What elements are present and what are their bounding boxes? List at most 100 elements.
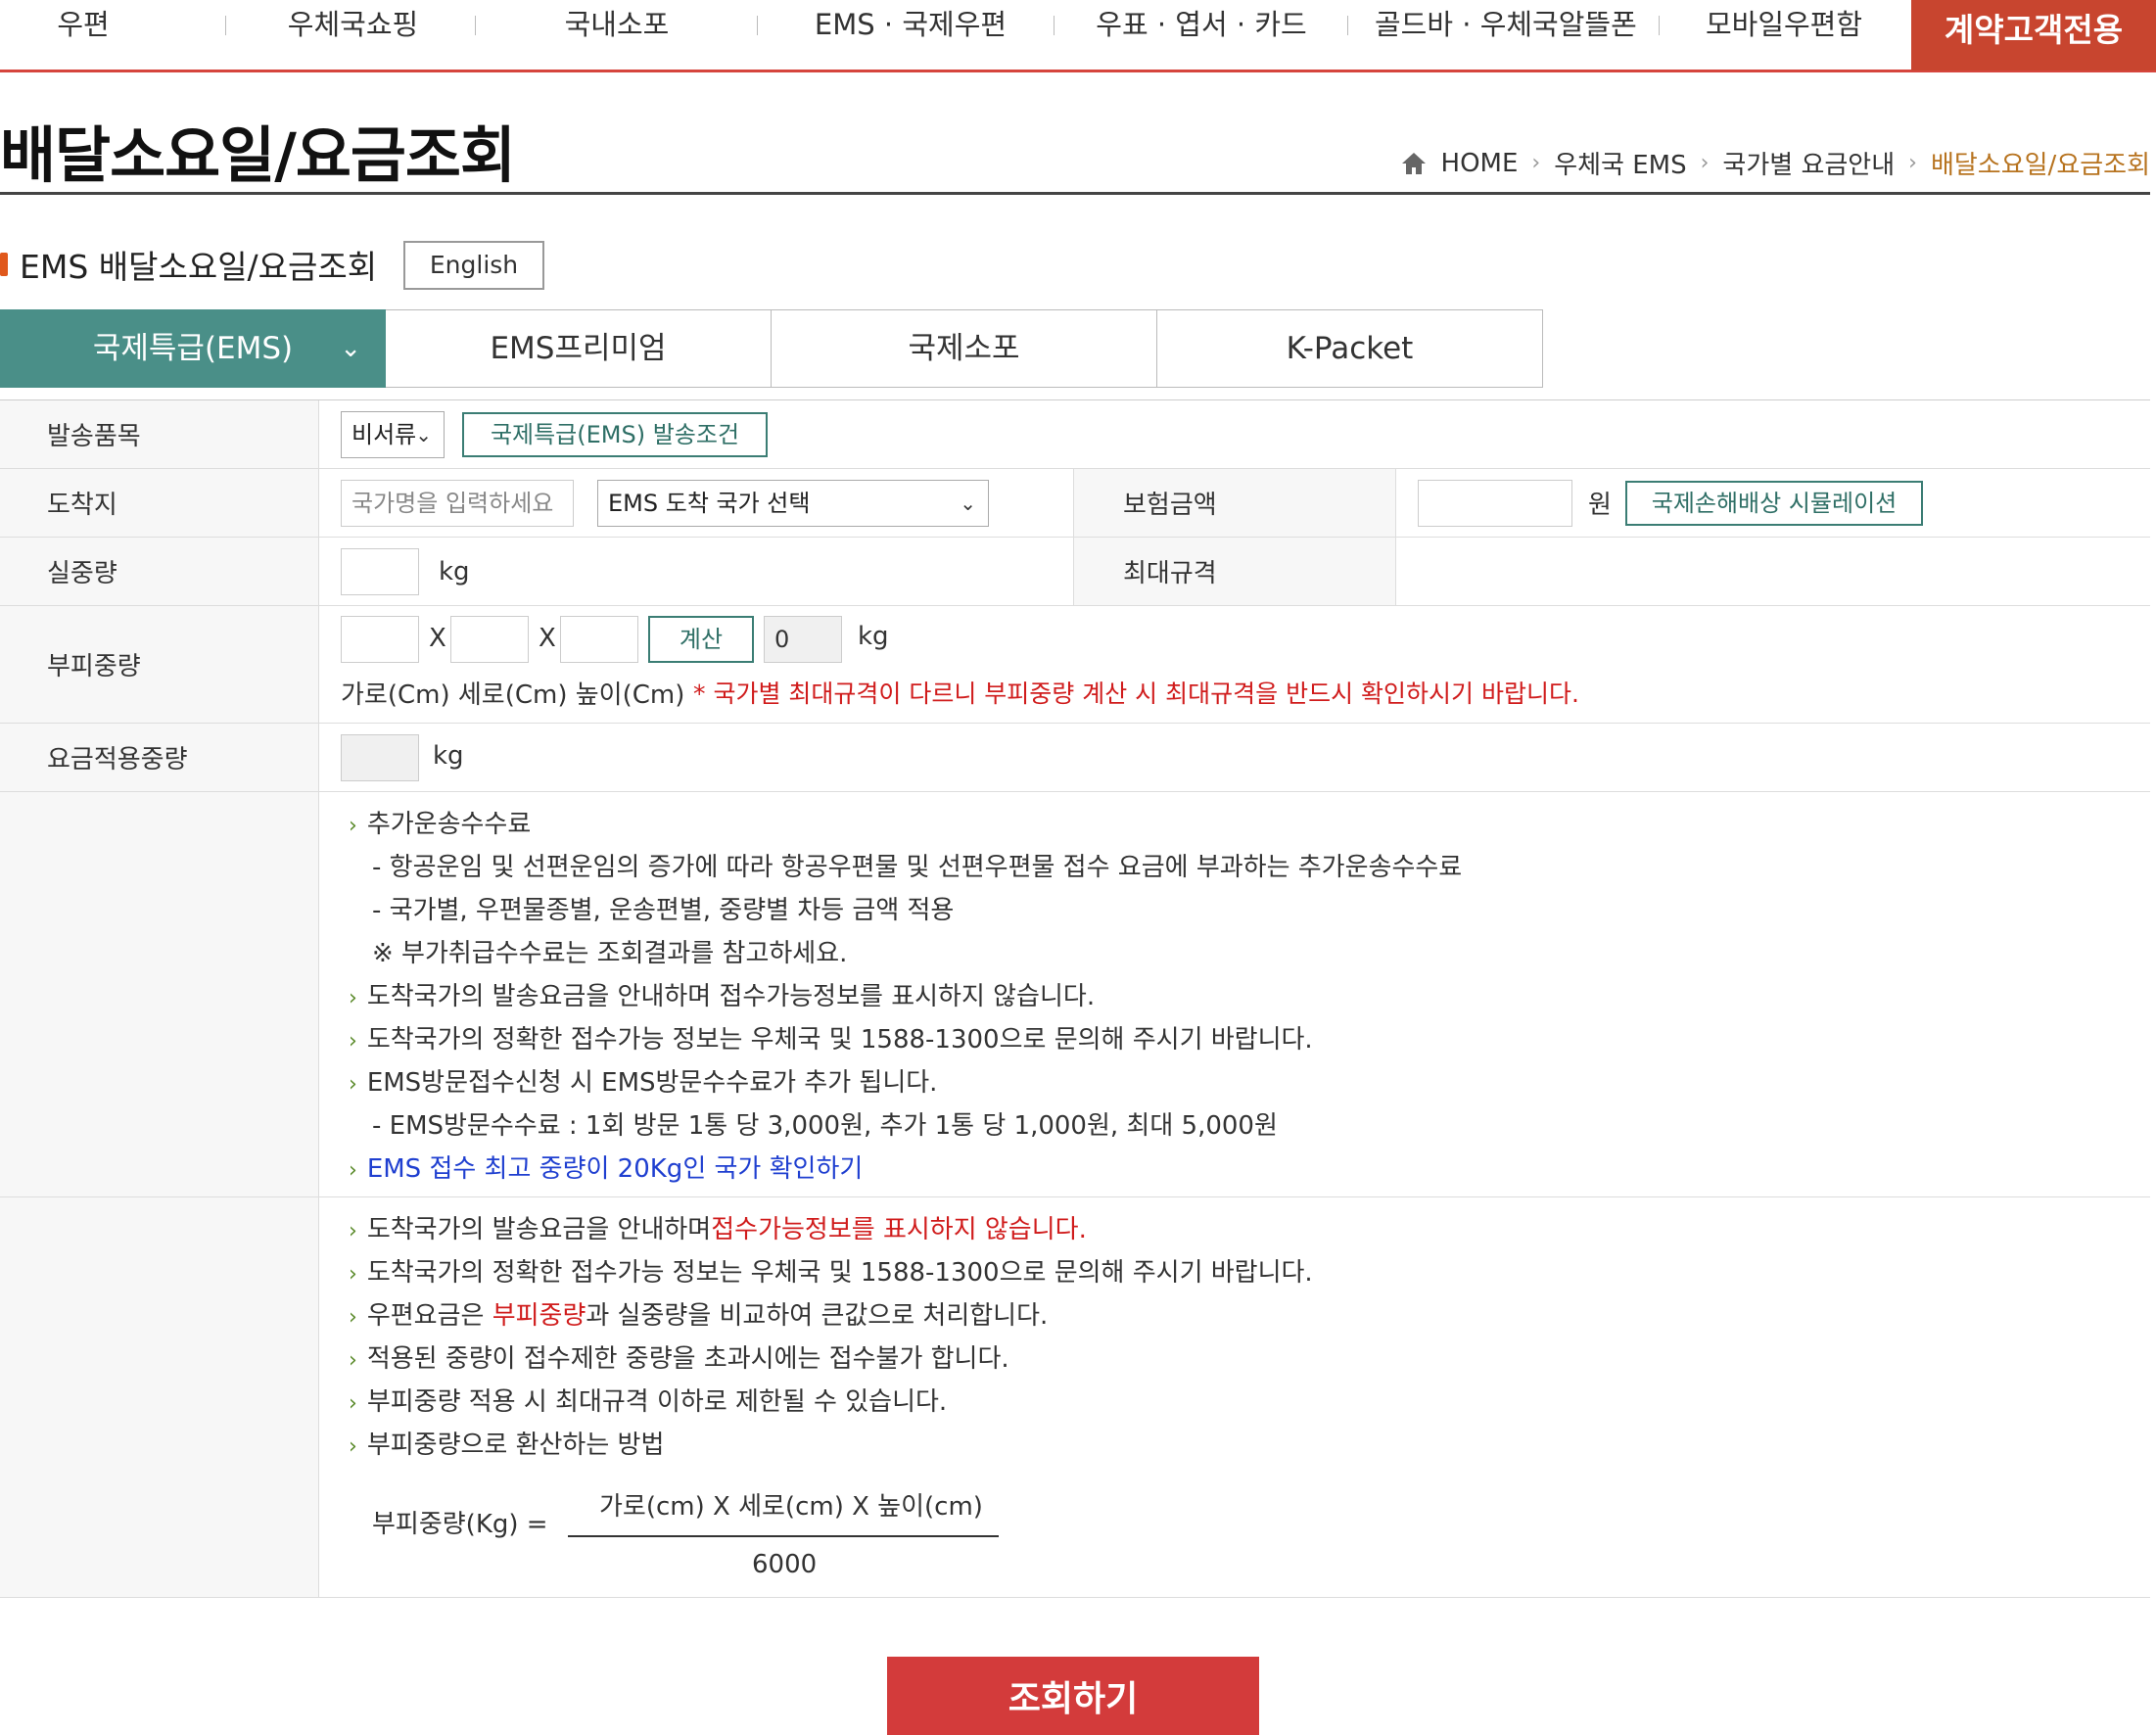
- calculate-button[interactable]: 계산: [648, 616, 754, 663]
- volume-label: 부피중량: [0, 606, 319, 723]
- nav-item-ems[interactable]: EMS · 국제우편: [803, 0, 1018, 49]
- tab-ems-label: 국제특급(EMS): [92, 331, 294, 366]
- weight-unit: kg: [439, 557, 470, 586]
- insurance-label: 보험금액: [1073, 469, 1396, 537]
- tab-intl-parcel[interactable]: 국제소포: [772, 309, 1157, 388]
- chevron-right-icon: ›: [349, 1219, 357, 1243]
- nav-separator: [757, 16, 758, 35]
- tab-k-packet[interactable]: K-Packet: [1157, 309, 1543, 388]
- max-20kg-countries-link[interactable]: EMS 접수 최고 중량이 20Kg인 국가 확인하기: [367, 1154, 863, 1184]
- insurance-unit: 원: [1588, 491, 1612, 520]
- row-item-type: 발송품목 비서류 ⌄ 국제특급(EMS) 발송조건: [0, 400, 2150, 469]
- row-notes-1: › 추가운송수수료 - 항공운임 및 선편운임의 증가에 따라 항공우편물 및 선…: [0, 792, 2150, 1197]
- search-submit-button[interactable]: 조회하기: [887, 1657, 1259, 1735]
- dims-warning: * 국가별 최대규격이 다르니 부피중량 계산 시 최대규격을 반드시 확인하시…: [693, 680, 1579, 708]
- chevron-right-icon: ›: [349, 1072, 357, 1097]
- note2-contact: 도착국가의 정확한 접수가능 정보는 우체국 및 1588-1300으로 문의해…: [366, 1258, 1313, 1288]
- damage-simulation-button[interactable]: 국제손해배상 시뮬레이션: [1625, 481, 1923, 526]
- dim-separator: X: [539, 624, 556, 653]
- volume-unit: kg: [858, 622, 889, 651]
- breadcrumb-rates[interactable]: 국가별 요금안내: [1722, 145, 1895, 181]
- formula-left: 부피중량(Kg) =: [372, 1510, 548, 1539]
- title-divider: [0, 192, 2150, 195]
- note-rate-info: 도착국가의 발송요금을 안내하며 접수가능정보를 표시하지 않습니다.: [366, 982, 1096, 1011]
- charge-weight-label: 요금적용중량: [0, 724, 319, 791]
- note-visit-fee: - EMS방문수수료 : 1회 방문 1통 당 3,000원, 추가 1통 당 …: [372, 1111, 1278, 1141]
- chevron-right-icon: ›: [349, 814, 357, 838]
- home-icon: [1401, 152, 1426, 174]
- section-heading: EMS 배달소요일/요금조회: [0, 241, 377, 288]
- dim-separator: X: [429, 624, 446, 653]
- chevron-down-icon: ⌄: [415, 423, 432, 446]
- height-input[interactable]: [560, 616, 638, 663]
- note2-compare-emphasis: 부피중량: [492, 1301, 586, 1331]
- section-bullet-icon: [0, 253, 8, 276]
- note2-compare-a: 우편요금은: [366, 1301, 492, 1331]
- row-volume: 부피중량 X X 계산 0 kg 가로(Cm) 세로(Cm) 높이(Cm) * …: [0, 606, 2150, 724]
- row-weight: 실중량 kg 최대규격: [0, 538, 2150, 606]
- country-select[interactable]: EMS 도착 국가 선택 ⌄: [597, 480, 989, 527]
- chevron-right-icon: ›: [1531, 151, 1541, 175]
- country-select-value: EMS 도착 국가 선택: [608, 490, 811, 517]
- nav-item-domestic-parcel[interactable]: 국내소포: [548, 0, 685, 49]
- chevron-right-icon: ›: [349, 1305, 357, 1330]
- note-extra-fee: 추가운송수수료: [366, 810, 532, 839]
- row-charge-weight: 요금적용중량 kg: [0, 724, 2150, 792]
- chevron-right-icon: ›: [1700, 151, 1710, 175]
- note2-rate-info: 도착국가의 발송요금을 안내하며: [366, 1215, 712, 1244]
- nav-separator: [475, 16, 476, 35]
- note2-limit: 적용된 중량이 접수제한 중량을 초과시에는 접수불가 합니다.: [366, 1344, 1009, 1374]
- width-input[interactable]: [341, 616, 419, 663]
- formula-numerator: 가로(cm) X 세로(cm) X 높이(cm): [599, 1492, 983, 1522]
- nav-item-stamps[interactable]: 우표 · 엽서 · 카드: [1089, 0, 1314, 49]
- destination-label: 도착지: [0, 469, 319, 537]
- note-extra-fee-desc: - 항공운임 및 선편운임의 증가에 따라 항공우편물 및 선편우편물 접수 요…: [372, 853, 1463, 882]
- note2-rate-info-emphasis: 접수가능정보를 표시하지 않습니다.: [711, 1215, 1087, 1244]
- note2-max-size: 부피중량 적용 시 최대규격 이하로 제한될 수 있습니다.: [366, 1387, 948, 1417]
- tab-ems[interactable]: 국제특급(EMS) ⌄: [0, 309, 386, 388]
- item-type-label: 발송품목: [0, 400, 319, 468]
- tab-ems-premium[interactable]: EMS프리미엄: [386, 309, 772, 388]
- english-button[interactable]: English: [403, 241, 544, 290]
- top-nav: 우편 우체국쇼핑 국내소포 EMS · 국제우편 우표 · 엽서 · 카드 골드…: [0, 0, 2156, 72]
- item-type-select[interactable]: 비서류 ⌄: [341, 411, 445, 458]
- note-additional-fee: ※ 부가취급수수료는 조회결과를 참고하세요.: [372, 939, 848, 968]
- country-search-input[interactable]: 국가명을 입력하세요: [341, 480, 574, 527]
- note-visit-pickup: EMS방문접수신청 시 EMS방문수수료가 추가 됩니다.: [366, 1068, 938, 1098]
- chevron-right-icon: ›: [349, 1348, 357, 1373]
- chevron-right-icon: ›: [349, 986, 357, 1010]
- breadcrumb-home[interactable]: HOME: [1441, 149, 1519, 178]
- nav-item-post[interactable]: 우편: [39, 0, 127, 49]
- notes-2-label-cell: [0, 1197, 319, 1597]
- chevron-right-icon: ›: [349, 1029, 357, 1054]
- breadcrumb: HOME › 우체국 EMS › 국가별 요금안내 › 배달소요일/요금조회: [1400, 145, 2150, 181]
- weight-label: 실중량: [0, 538, 319, 605]
- note2-compare-c: 과 실중량을 비교하여 큰값으로 처리합니다.: [586, 1301, 1049, 1331]
- max-size-label: 최대규격: [1073, 538, 1396, 605]
- nav-contract-customer[interactable]: 계약고객전용: [1911, 0, 2156, 70]
- insurance-amount-input[interactable]: [1418, 480, 1572, 527]
- row-notes-2: › 도착국가의 발송요금을 안내하며접수가능정보를 표시하지 않습니다. › 도착국…: [0, 1197, 2150, 1598]
- chevron-down-icon: ⌄: [960, 492, 976, 515]
- nav-item-mobile-mailbox[interactable]: 모바일우편함: [1696, 0, 1872, 49]
- breadcrumb-ems[interactable]: 우체국 EMS: [1554, 145, 1686, 181]
- page-title: 배달소요일/요금조회: [0, 119, 516, 191]
- note2-formula-title: 부피중량으로 환산하는 방법: [366, 1430, 665, 1460]
- nav-separator: [1347, 16, 1348, 35]
- charge-weight-unit: kg: [433, 741, 464, 771]
- item-type-value: 비서류: [352, 421, 417, 448]
- depth-input[interactable]: [450, 616, 529, 663]
- chevron-right-icon: ›: [349, 1262, 357, 1287]
- chevron-right-icon: ›: [1908, 151, 1917, 175]
- formula-fraction-line: [568, 1535, 999, 1537]
- nav-item-goldbar[interactable]: 골드바 · 우체국알뜰폰: [1375, 0, 1637, 49]
- nav-item-shopping[interactable]: 우체국쇼핑: [272, 0, 434, 49]
- note-contact: 도착국가의 정확한 접수가능 정보는 우체국 및 1588-1300으로 문의해…: [366, 1025, 1313, 1055]
- dims-caption: 가로(Cm) 세로(Cm) 높이(Cm): [341, 680, 685, 710]
- breadcrumb-current[interactable]: 배달소요일/요금조회: [1931, 145, 2150, 181]
- ems-conditions-button[interactable]: 국제특급(EMS) 발송조건: [462, 412, 768, 457]
- note-extra-fee-diff: - 국가별, 우편물종별, 운송편별, 중량별 차등 금액 적용: [372, 896, 955, 925]
- weight-input[interactable]: [341, 548, 419, 595]
- volume-result-field: 0: [764, 616, 842, 663]
- nav-separator: [225, 16, 226, 35]
